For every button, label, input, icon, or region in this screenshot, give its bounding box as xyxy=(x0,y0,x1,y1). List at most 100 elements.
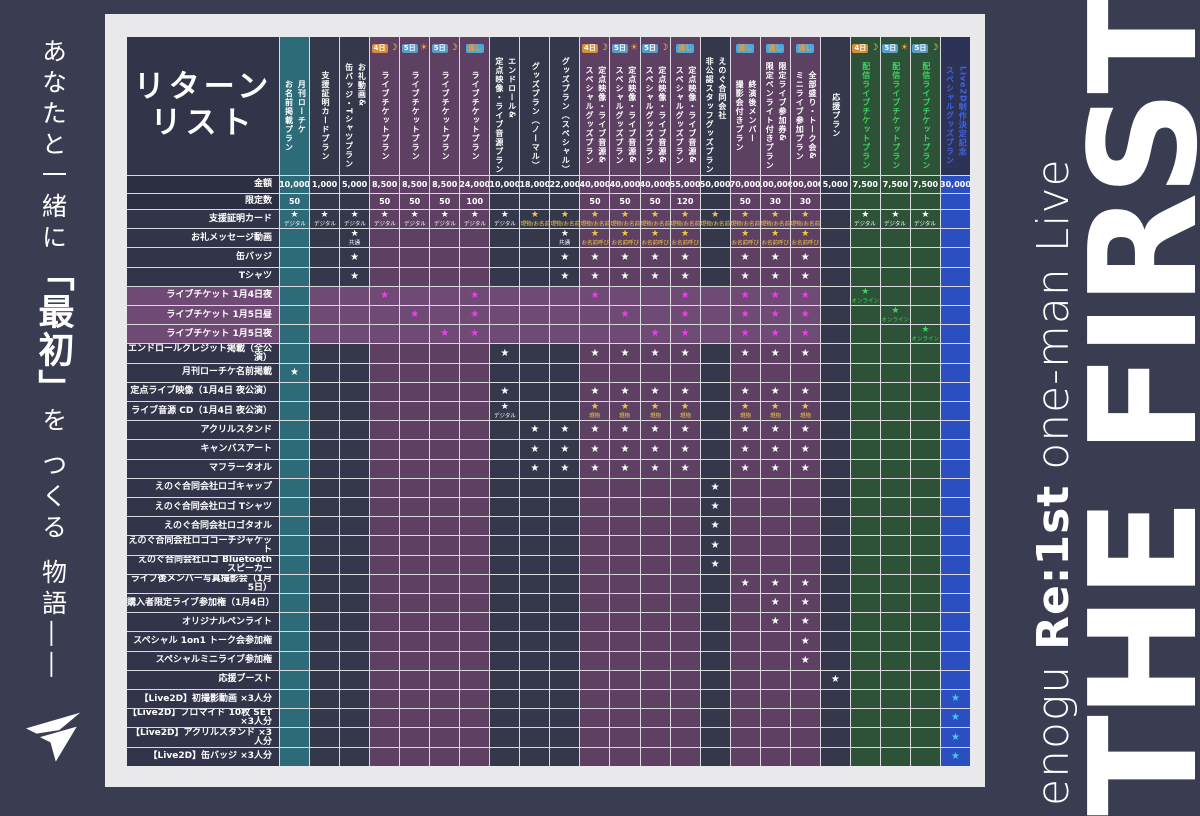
limit-cell: 100 xyxy=(460,194,489,209)
yellow-star: ★ xyxy=(651,403,659,412)
white-star: ★ xyxy=(471,211,479,220)
matrix-cell xyxy=(851,325,880,343)
matrix-cell: ★ xyxy=(671,325,700,343)
mark-note: 現物/お名前 xyxy=(610,221,639,227)
matrix-cell xyxy=(520,383,549,401)
matrix-cell: ★現物/お名前 xyxy=(731,210,760,228)
matrix-cell: ★ xyxy=(761,460,790,478)
matrix-cell xyxy=(641,517,670,535)
white-star: ★ xyxy=(351,230,359,239)
matrix-cell xyxy=(550,613,579,631)
enogu-logo-icon xyxy=(26,712,82,764)
mark-note: 共通 xyxy=(349,241,360,247)
matrix-cell xyxy=(460,652,489,670)
matrix-cell xyxy=(520,402,549,420)
matrix-cell xyxy=(340,728,369,746)
cyan-star: ★ xyxy=(951,713,960,723)
matrix-cell: ★ xyxy=(370,287,399,305)
matrix-cell xyxy=(460,498,489,516)
magenta-star: ★ xyxy=(380,291,389,301)
matrix-cell: ★現物 xyxy=(761,402,790,420)
matrix-cell xyxy=(490,517,519,535)
matrix-cell: ★デジタル xyxy=(430,210,459,228)
white-star: ★ xyxy=(350,272,359,282)
mark-note: オンライン xyxy=(912,337,940,343)
mark-note: お名前呼び xyxy=(581,241,609,247)
cyan-star: ★ xyxy=(951,694,960,704)
matrix-cell xyxy=(340,440,369,458)
matrix-cell xyxy=(430,287,459,305)
mark-note: 現物 xyxy=(740,413,751,419)
matrix-cell xyxy=(941,268,970,286)
schedule-badge-icon: 5日☀ xyxy=(402,41,428,56)
amount-cell: 8,500 xyxy=(400,176,429,193)
matrix-cell: ★ xyxy=(761,575,790,593)
matrix-cell xyxy=(851,632,880,650)
matrix-cell xyxy=(340,556,369,574)
schedule-badge-icon: 通し xyxy=(796,41,814,56)
matrix-cell xyxy=(851,690,880,708)
matrix-cell xyxy=(881,671,910,689)
matrix-cell: ★ xyxy=(641,344,670,362)
white-star: ★ xyxy=(590,272,599,282)
limit-cell: 50 xyxy=(370,194,399,209)
matrix-cell xyxy=(851,517,880,535)
matrix-cell xyxy=(821,498,850,516)
white-star: ★ xyxy=(801,637,810,647)
matrix-cell xyxy=(310,748,339,766)
matrix-cell: ★現物/お名前 xyxy=(610,210,639,228)
matrix-cell xyxy=(701,709,730,727)
white-star: ★ xyxy=(801,425,810,435)
matrix-cell xyxy=(400,517,429,535)
matrix-cell xyxy=(791,728,820,746)
plan-name: 配信ライブチケットプラン xyxy=(859,62,872,170)
matrix-cell xyxy=(731,594,760,612)
matrix-cell: ★ xyxy=(671,306,700,324)
matrix-cell xyxy=(881,364,910,382)
white-star: ★ xyxy=(351,211,359,220)
magenta-star: ★ xyxy=(470,329,479,339)
yellow-star: ★ xyxy=(741,403,749,412)
row-label: ライブ後メンバー写真撮影会（1月5日） xyxy=(127,575,279,593)
matrix-cell xyxy=(941,402,970,420)
matrix-cell xyxy=(550,402,579,420)
mark-note: 現物/お名前 xyxy=(731,221,760,227)
matrix-cell: ★ xyxy=(641,248,670,266)
matrix-cell xyxy=(881,402,910,420)
matrix-cell xyxy=(310,306,339,324)
magenta-star: ★ xyxy=(681,329,690,339)
row-label: 応援ブースト xyxy=(127,671,279,689)
matrix-cell xyxy=(671,517,700,535)
matrix-cell xyxy=(941,632,970,650)
white-star: ★ xyxy=(561,230,569,239)
magenta-star: ★ xyxy=(801,329,810,339)
matrix-cell xyxy=(671,498,700,516)
tagline-post: を つくる 物語―― xyxy=(39,407,68,683)
matrix-cell xyxy=(761,671,790,689)
matrix-cell: ★ xyxy=(641,421,670,439)
table-title: リターンリスト xyxy=(127,37,279,175)
matrix-cell: ★ xyxy=(610,306,639,324)
matrix-cell: ★ xyxy=(641,268,670,286)
matrix-cell xyxy=(821,306,850,324)
return-list-table: リターンリスト月刊ローチケお名前掲載プラン支援証明カードプランお礼動画&缶バッジ… xyxy=(127,37,970,766)
matrix-cell xyxy=(791,671,820,689)
matrix-cell xyxy=(701,364,730,382)
matrix-cell xyxy=(550,536,579,554)
matrix-cell: ★ xyxy=(761,440,790,458)
yellow-star: ★ xyxy=(591,403,599,412)
matrix-cell: ★デジタル xyxy=(881,210,910,228)
matrix-cell: ★デジタル xyxy=(911,210,940,228)
matrix-cell xyxy=(911,613,940,631)
moon-icon: ☽ xyxy=(930,44,938,53)
matrix-cell xyxy=(550,594,579,612)
matrix-cell xyxy=(671,671,700,689)
matrix-cell xyxy=(610,556,639,574)
matrix-cell xyxy=(911,229,940,247)
amount-cell: 50,000 xyxy=(701,176,730,193)
white-star: ★ xyxy=(621,272,630,282)
row-label: スペシャル 1on1 トーク会参加権 xyxy=(127,632,279,650)
matrix-cell xyxy=(280,517,309,535)
matrix-cell xyxy=(370,268,399,286)
plan-name: 定点映像・ライブ音源&スペシャルグッズプラン xyxy=(582,66,608,165)
